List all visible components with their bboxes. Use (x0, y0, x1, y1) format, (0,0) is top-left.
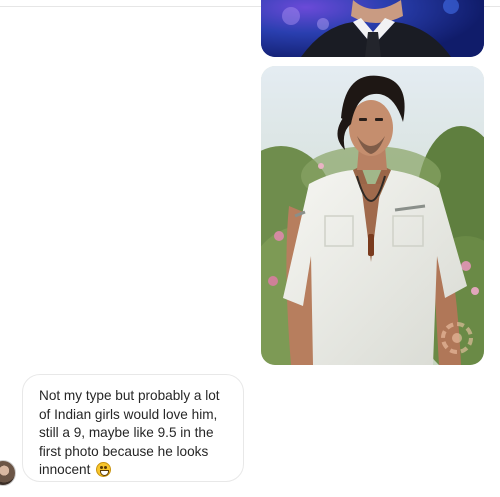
grinning-face-emoji-icon (96, 462, 112, 477)
sent-photo-2[interactable] (261, 66, 484, 365)
received-message-row: Not my type but probably a lot of Indian… (0, 374, 500, 486)
message-bubble[interactable]: Not my type but probably a lot of Indian… (22, 374, 244, 482)
message-thread: Not my type but probably a lot of Indian… (0, 0, 500, 497)
sent-photo-1[interactable] (261, 0, 484, 57)
sender-avatar[interactable] (0, 460, 16, 486)
message-text: Not my type but probably a lot of Indian… (39, 388, 220, 477)
